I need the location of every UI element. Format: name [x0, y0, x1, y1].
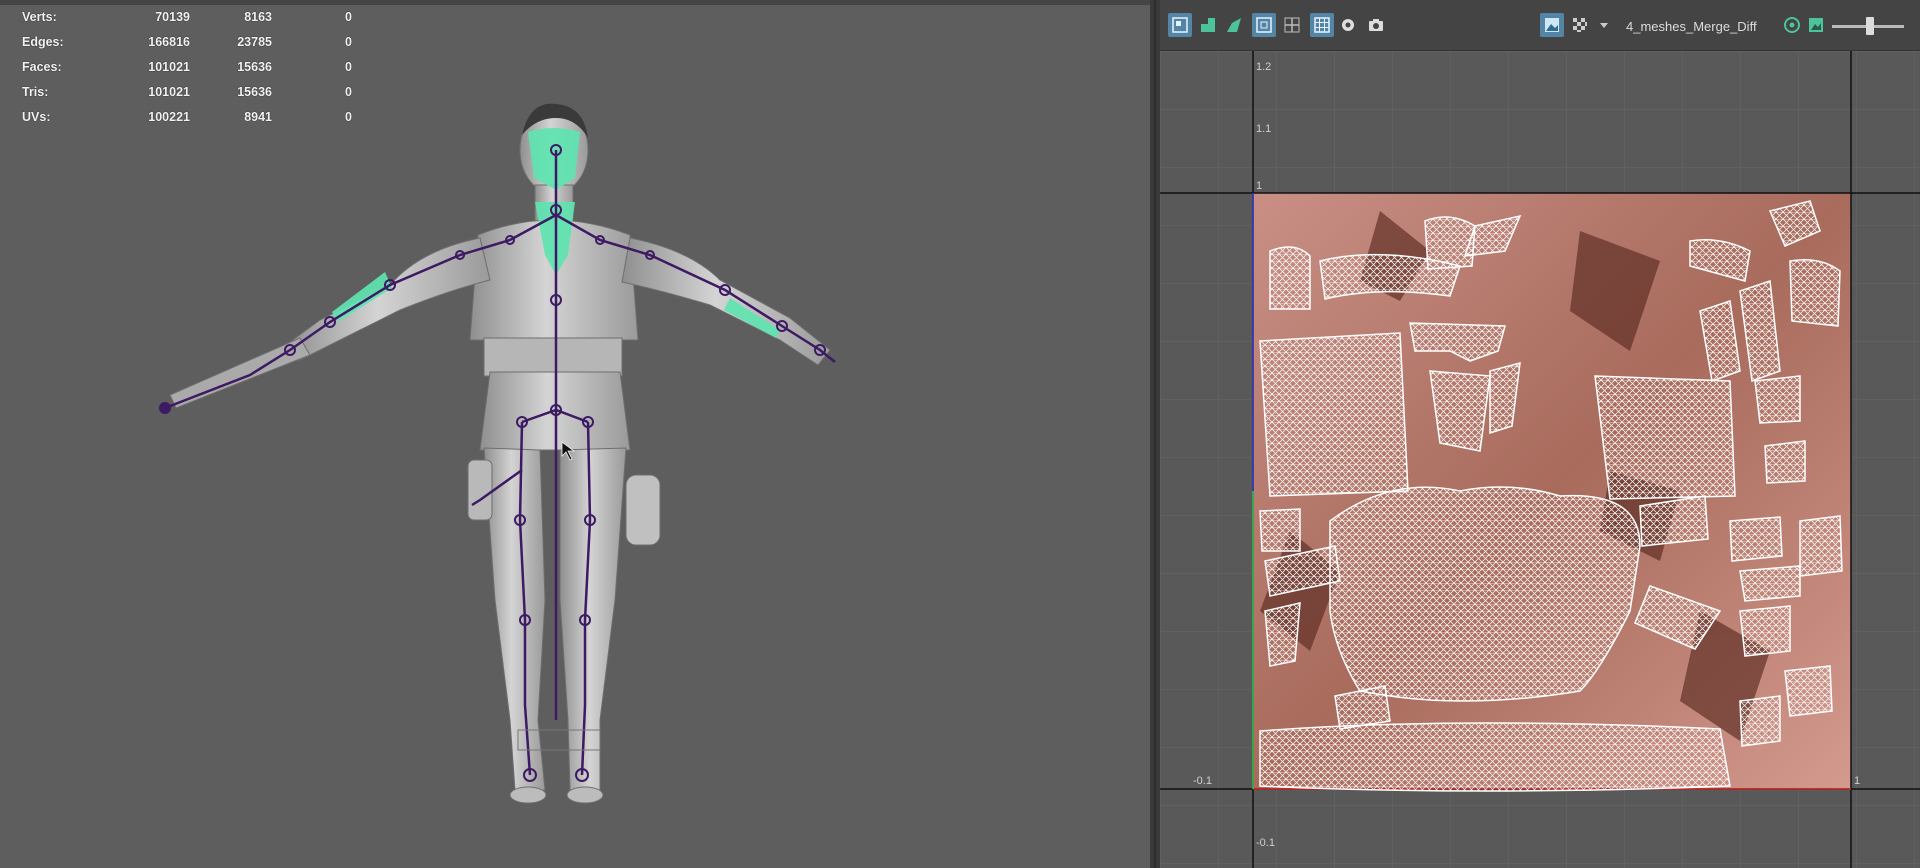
grid-icon[interactable]	[1280, 13, 1304, 37]
checker-map-icon[interactable]	[1568, 13, 1592, 37]
perspective-viewport[interactable]: Verts: 70139 8163 0 Edges: 166816 23785 …	[0, 0, 1150, 868]
axis-label-y-neg: -0.1	[1256, 837, 1275, 849]
display-image-icon[interactable]	[1540, 13, 1564, 37]
character-model[interactable]	[0, 0, 1150, 868]
dropdown-arrow-icon[interactable]	[1596, 13, 1610, 37]
rgb-channel-icon[interactable]	[1780, 13, 1804, 37]
camera-icon[interactable]	[1364, 13, 1388, 37]
uv-editor-toolbar: 4_meshes_Merge_Diff	[1160, 0, 1920, 51]
uv-snapshot-icon[interactable]	[1168, 13, 1192, 37]
body-mesh[interactable]	[169, 105, 831, 804]
checker-grid-icon[interactable]	[1310, 13, 1334, 37]
distort-icon[interactable]	[1222, 13, 1246, 37]
image-ratio-icon[interactable]	[1804, 13, 1828, 37]
pivot-icon[interactable]	[1336, 13, 1360, 37]
shell-select-icon[interactable]	[1196, 13, 1220, 37]
panel-splitter[interactable]	[1150, 0, 1160, 868]
uv-texture-canvas[interactable]: 1.2 1.1 1 -0.1 1 -0.1	[1160, 51, 1920, 868]
axis-label-1-2: 1.2	[1256, 61, 1271, 73]
axis-label-x-neg: -0.1	[1193, 775, 1212, 787]
axis-label-x-1: 1	[1854, 775, 1860, 787]
mouse-cursor-icon	[561, 441, 576, 461]
uv-editor-panel[interactable]: 4_meshes_Merge_Diff 1.2 1.1 1 -0.1 1 -0.…	[1160, 0, 1920, 868]
texture-name-label[interactable]: 4_meshes_Merge_Diff	[1626, 19, 1757, 34]
maya-application: Verts: 70139 8163 0 Edges: 166816 23785 …	[0, 0, 1920, 868]
exposure-slider-thumb[interactable]	[1866, 17, 1874, 35]
axis-label-1-1: 1.1	[1256, 123, 1271, 135]
wireframe-icon[interactable]	[1252, 13, 1276, 37]
axis-label-1: 1	[1256, 180, 1262, 192]
